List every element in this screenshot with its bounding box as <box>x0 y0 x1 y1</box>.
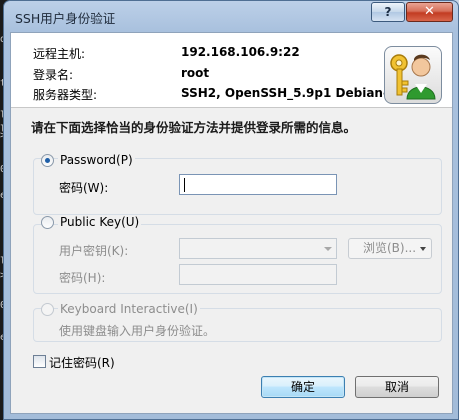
password-field-label: 密码(W): <box>59 181 109 195</box>
server-type-label: 服务器类型: <box>33 88 98 102</box>
remember-password-label[interactable]: 记住密码(R) <box>49 354 115 371</box>
keyboard-interactive-radio-label[interactable]: Keyboard Interactive(I) <box>58 302 200 316</box>
login-name-label: 登录名: <box>33 68 74 82</box>
connection-info-panel: 远程主机: 192.168.106.9:22 登录名: root 服务器类型: … <box>11 33 452 107</box>
server-type-value: SSH2, OpenSSH_5.9p1 Debian-5ub <box>181 86 414 100</box>
info-divider <box>11 107 452 108</box>
remote-host-value: 192.168.106.9:22 <box>181 45 300 59</box>
chevron-down-icon <box>324 247 332 251</box>
cancel-button[interactable]: 取消 <box>355 376 439 398</box>
browse-button[interactable]: 浏览(B)... <box>348 238 432 259</box>
text-caret <box>184 178 185 192</box>
ssh-auth-dialog: SSH用户身份验证 ? ✕ 远程主机: 192.168.106.9:22 登录名… <box>3 0 459 420</box>
close-button[interactable]: ✕ <box>406 2 453 22</box>
password-input[interactable] <box>179 174 337 195</box>
instruction-text: 请在下面选择恰当的身份验证方法并提供登录所需的信息。 <box>31 120 357 135</box>
password-radio[interactable] <box>41 154 54 167</box>
dropdown-arrow-icon <box>420 247 426 251</box>
browse-button-label: 浏览(B)... <box>363 241 417 255</box>
public-key-radio[interactable] <box>41 216 54 229</box>
public-key-radio-label[interactable]: Public Key(U) <box>58 215 142 229</box>
ok-button[interactable]: 确定 <box>261 376 345 398</box>
keyboard-interactive-radio[interactable] <box>41 303 54 316</box>
key-user-icon <box>384 46 442 104</box>
keyboard-interactive-description: 使用键盘输入用户身份验证。 <box>59 324 216 338</box>
password-radio-label[interactable]: Password(P) <box>58 153 135 167</box>
user-key-label: 用户密钥(K): <box>59 244 129 258</box>
dialog-body: 远程主机: 192.168.106.9:22 登录名: root 服务器类型: … <box>10 32 453 414</box>
passphrase-label: 密码(H): <box>59 271 106 285</box>
passphrase-input[interactable] <box>179 264 337 285</box>
login-name-value: root <box>181 66 210 80</box>
user-key-combo[interactable] <box>179 238 337 259</box>
title-bar[interactable]: SSH用户身份验证 ? ✕ <box>4 1 458 31</box>
remember-password-checkbox[interactable] <box>33 355 46 368</box>
help-button[interactable]: ? <box>371 2 405 22</box>
window-title: SSH用户身份验证 <box>15 11 116 26</box>
remote-host-label: 远程主机: <box>33 47 86 61</box>
